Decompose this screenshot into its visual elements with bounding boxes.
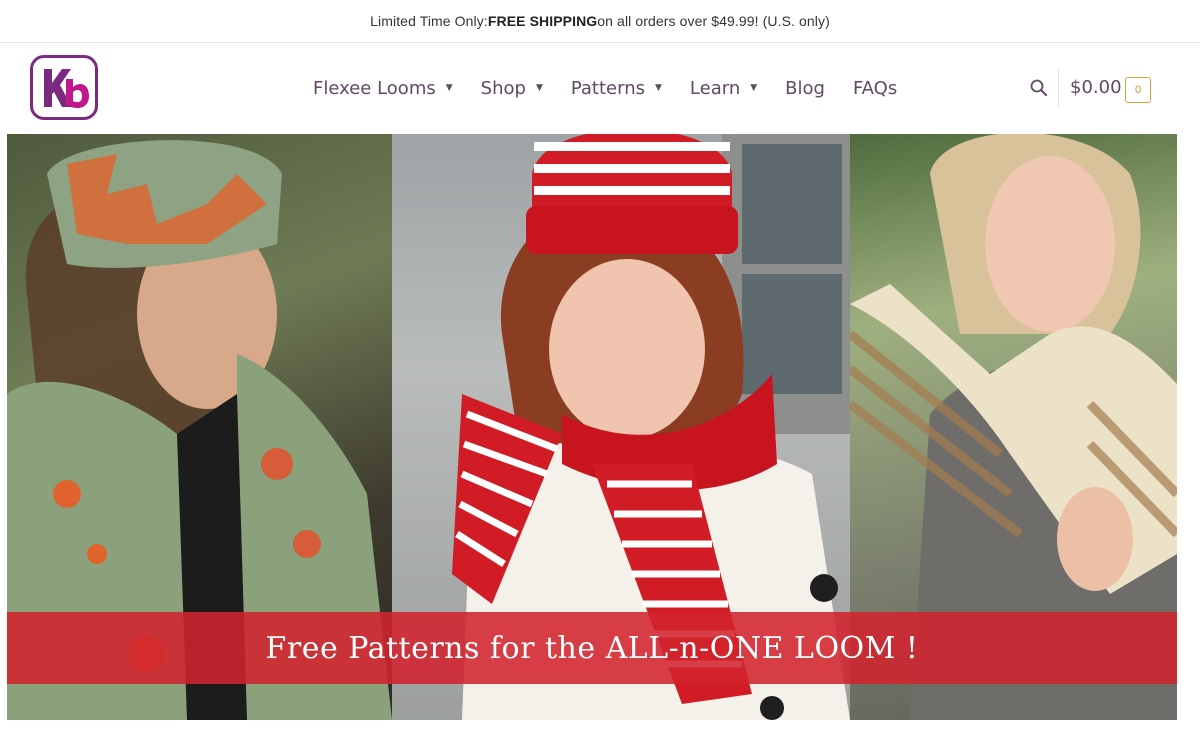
promo-bar: Limited Time Only: FREE SHIPPING on all … bbox=[0, 0, 1200, 43]
search-icon bbox=[1030, 79, 1047, 96]
hero-banner-text: Free Patterns for the ALL-n-ONE LOOM ! bbox=[265, 630, 919, 666]
cart-total[interactable]: $0.00 bbox=[1070, 77, 1122, 98]
nav-item-faqs[interactable]: FAQs bbox=[853, 78, 897, 99]
search-button[interactable] bbox=[1028, 77, 1050, 99]
hero-banner[interactable]: Free Patterns for the ALL-n-ONE LOOM ! bbox=[7, 612, 1177, 684]
caret-down-icon: ▼ bbox=[445, 83, 453, 93]
header-divider bbox=[1058, 69, 1059, 107]
nav-item-shop[interactable]: Shop ▼ bbox=[481, 78, 543, 99]
nav-label: FAQs bbox=[852, 77, 898, 99]
cart-count-badge[interactable]: 0 bbox=[1125, 77, 1151, 103]
nav-item-learn[interactable]: Learn ▼ bbox=[690, 78, 757, 99]
kb-logo-icon bbox=[44, 68, 89, 108]
nav-label: Patterns bbox=[570, 77, 645, 99]
promo-suffix: on all orders over $49.99! (U.S. only) bbox=[597, 13, 830, 29]
nav-item-blog[interactable]: Blog bbox=[785, 78, 825, 99]
caret-down-icon: ▼ bbox=[655, 83, 662, 93]
nav-label: Shop bbox=[480, 77, 526, 99]
caret-down-icon: ▼ bbox=[535, 83, 543, 93]
site-header: Flexee Looms ▼ Shop ▼ Patterns ▼ Learn ▼ Blo… bbox=[0, 43, 1200, 133]
nav-label: Learn bbox=[689, 77, 741, 99]
site-logo[interactable] bbox=[30, 55, 98, 120]
main-nav: Flexee Looms ▼ Shop ▼ Patterns ▼ Learn ▼ Blo… bbox=[313, 43, 925, 133]
promo-prefix: Limited Time Only: bbox=[370, 13, 488, 29]
hero-slider[interactable]: Free Patterns for the ALL-n-ONE LOOM ! bbox=[7, 134, 1177, 720]
nav-item-patterns[interactable]: Patterns ▼ bbox=[571, 78, 662, 99]
caret-down-icon: ▼ bbox=[750, 83, 758, 93]
nav-label: Flexee Looms bbox=[313, 77, 436, 99]
promo-highlight: FREE SHIPPING bbox=[487, 13, 598, 29]
nav-item-flexee-looms[interactable]: Flexee Looms ▼ bbox=[313, 78, 453, 99]
nav-label: Blog bbox=[785, 77, 825, 99]
